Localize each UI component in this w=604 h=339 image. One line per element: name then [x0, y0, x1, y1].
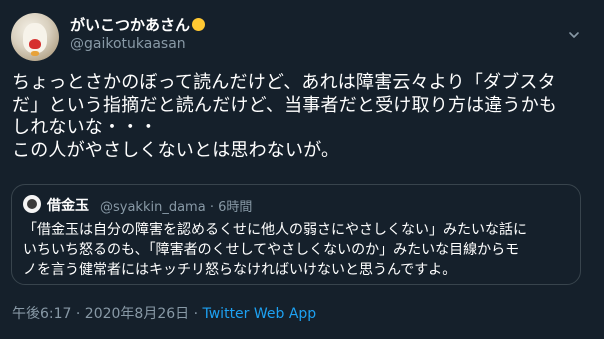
tweet-line: この人がやさしくないとは思わないが。: [12, 139, 340, 161]
tweet-text: ちょっとさかのぼって読んだけど、あれは障害云々より「ダブスタ だ」という指摘だと…: [12, 72, 597, 162]
quoted-avatar: [23, 195, 41, 213]
circle-badge-icon: [192, 18, 206, 31]
avatar[interactable]: [11, 13, 59, 61]
tweet-source-link[interactable]: Twitter Web App: [203, 306, 317, 322]
quoted-line: ノを言う健常者にはキッチリ怒らなければいけないと思うんですよ。: [23, 262, 457, 278]
quoted-handle: @syakkin_dama: [100, 200, 206, 215]
tweet-footer: 午後6:17 · 2020年8月26日 · Twitter Web App: [12, 303, 316, 323]
quoted-tweet[interactable]: 借金玉 @syakkin_dama · 6時間 「借金玉は自分の障害を認めるくせ…: [11, 184, 581, 285]
quoted-text: 「借金玉は自分の障害を認めるくせに他人の弱さにやさしくない」みたいな話に いちい…: [23, 220, 573, 280]
tweet-card: がいこつかあさん @gaikotukaasan ちょっとさかのぼって読んだけど、…: [0, 0, 604, 339]
quoted-author-name: 借金玉: [47, 198, 89, 214]
chevron-down-icon[interactable]: [567, 28, 581, 42]
avatar-foot: [31, 51, 39, 56]
quoted-line: 「借金玉は自分の障害を認めるくせに他人の弱さにやさしくない」みたいな話に: [23, 222, 527, 238]
tweet-line: ちょっとさかのぼって読んだけど、あれは障害云々より「ダブスタ: [12, 72, 556, 93]
author-name[interactable]: がいこつかあさん: [70, 14, 206, 35]
quoted-time: 6時間: [218, 200, 253, 215]
avatar-heart: [29, 39, 41, 49]
author-name-text: がいこつかあさん: [70, 16, 191, 34]
quoted-line: いちいち怒るのも、「障害者のくせしてやさしくないのか」みたいな目線からモ: [23, 242, 520, 258]
quoted-separator: ·: [209, 200, 214, 215]
quoted-avatar-figure: [27, 199, 37, 209]
quoted-meta: @syakkin_dama · 6時間: [100, 196, 252, 215]
tweet-line: しれないな・・・: [12, 117, 158, 138]
tweet-timestamp[interactable]: 午後6:17 · 2020年8月26日 ·: [12, 306, 203, 322]
tweet-line: だ」という指摘だと読んだけど、当事者だと受け取り方は違うかも: [12, 94, 558, 116]
author-handle[interactable]: @gaikotukaasan: [70, 36, 186, 52]
